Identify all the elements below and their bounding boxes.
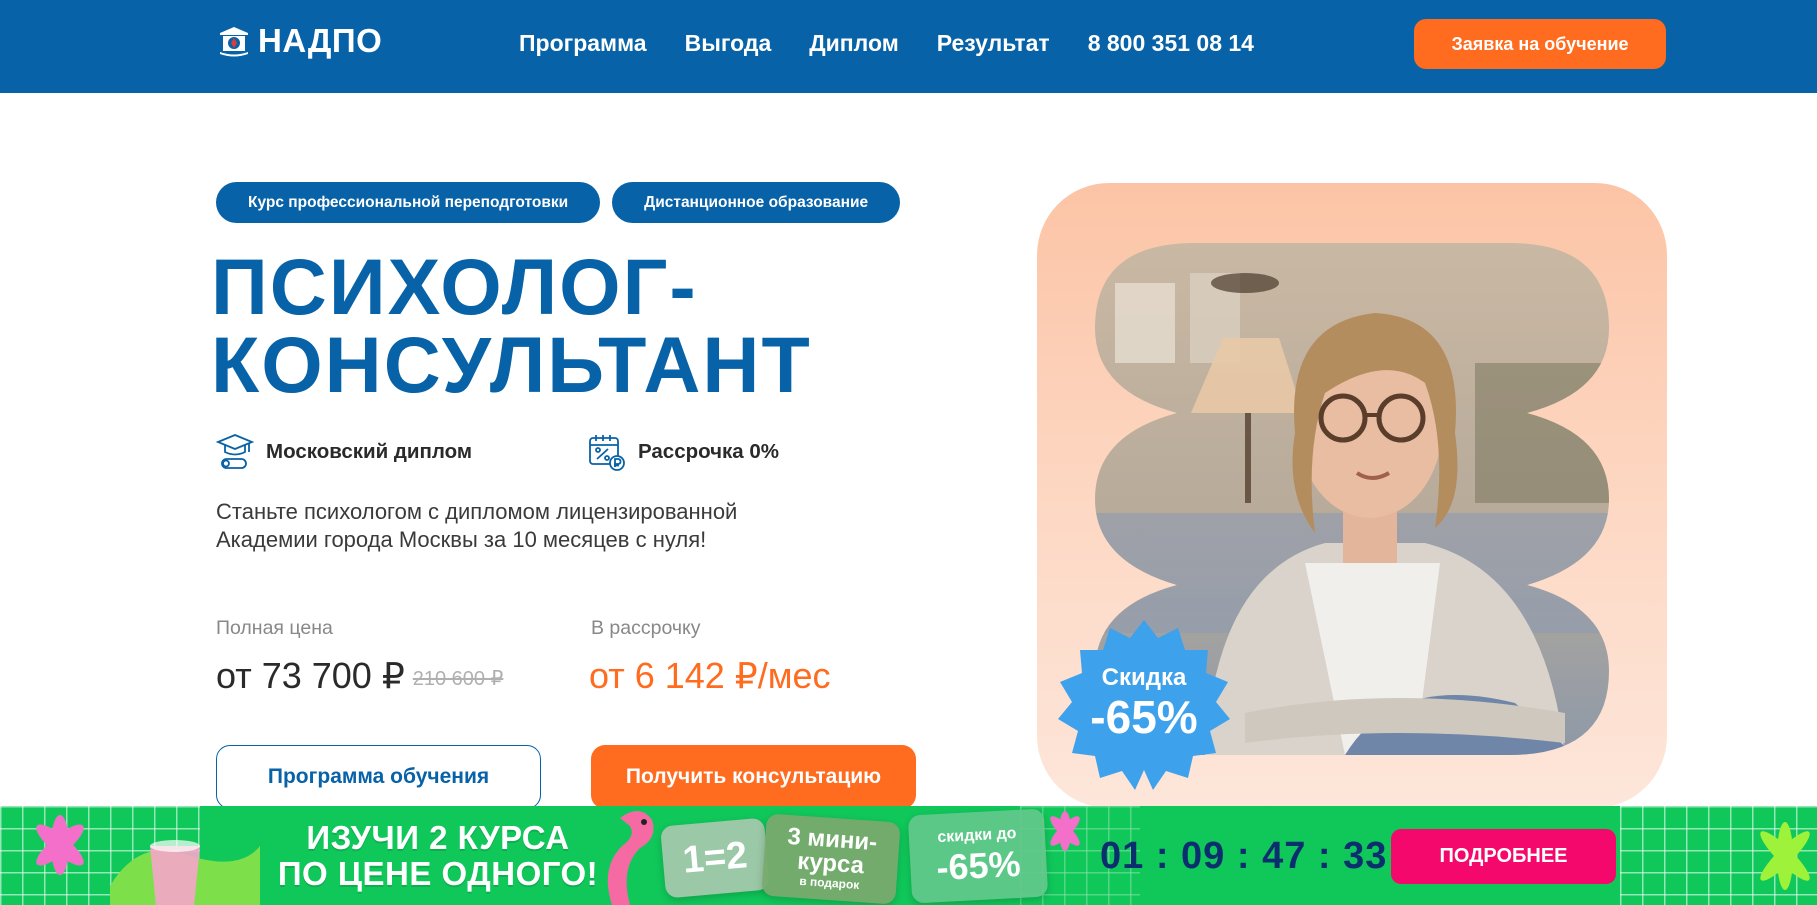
promo-tile-discount-line-2: -65% — [935, 842, 1022, 889]
full-price-label: Полная цена — [216, 617, 333, 639]
small-starfish-decoration-icon — [1050, 811, 1080, 851]
feature-list: Московский диплом Рассрочка 0% — [216, 432, 856, 474]
page-title: ПСИХОЛОГ- КОНСУЛЬТАНТ — [211, 242, 812, 409]
promo-details-button[interactable]: ПОДРОБНЕЕ — [1391, 829, 1616, 884]
promo-headline: ИЗУЧИ 2 КУРСА ПО ЦЕНЕ ОДНОГО! — [268, 820, 608, 892]
nav-item-benefit[interactable]: Выгода — [685, 30, 772, 57]
countdown-timer: 01 : 09 : 47 : 33 — [1100, 835, 1388, 877]
full-price: от 73 700 ₽ 210 600 ₽ — [216, 655, 503, 697]
main-nav: Программа Выгода Диплом Результат 8 800 … — [519, 30, 1254, 57]
slime-cup-decoration-icon — [110, 840, 260, 905]
apply-button[interactable]: Заявка на обучение — [1414, 19, 1666, 69]
full-price-value: от 73 700 ₽ — [216, 655, 405, 696]
promo-headline-line-2: ПО ЦЕНЕ ОДНОГО! — [277, 855, 599, 892]
graduation-cap-diploma-icon — [216, 434, 254, 469]
logo-text: НАДПО — [258, 22, 383, 59]
old-price: 210 600 ₽ — [412, 667, 504, 690]
promo-tile-mini-line-3: в подарок — [798, 873, 860, 893]
course-tags: Курс профессиональной переподготовки Дис… — [216, 182, 901, 223]
tag-retraining: Курс профессиональной переподготовки — [216, 182, 601, 223]
program-button[interactable]: Программа обучения — [216, 745, 541, 809]
title-line-2: КОНСУЛЬТАНТ — [211, 320, 812, 409]
academy-emblem-icon — [220, 27, 248, 57]
tag-distance: Дистанционное образование — [612, 182, 901, 223]
calendar-percent-ruble-icon — [589, 435, 625, 471]
badge-label: Скидка — [1101, 664, 1187, 691]
promo-tile-one-equals-two-text: 1=2 — [681, 833, 749, 882]
discount-badge-text: Скидка -65% — [1058, 664, 1230, 742]
lead-text: Станьте психологом с дипломом лицензиров… — [216, 499, 738, 552]
installment-label: В рассрочку — [591, 617, 701, 639]
title-line-1: ПСИХОЛОГ- — [211, 242, 698, 331]
nav-item-diploma[interactable]: Диплом — [809, 30, 898, 57]
nav-item-program[interactable]: Программа — [519, 30, 647, 57]
logo[interactable]: НАДПО — [216, 22, 382, 60]
nav-item-result[interactable]: Результат — [937, 30, 1050, 57]
promo-tile-discount: скидки до -65% — [907, 808, 1049, 904]
green-star-decoration-icon — [1760, 822, 1810, 890]
promo-tile-mini-courses: 3 мини- курса в подарок — [761, 813, 901, 905]
promo-tile-one-equals-two: 1=2 — [660, 817, 770, 899]
installment-price: от 6 142 ₽/мес — [589, 655, 831, 696]
consultation-button[interactable]: Получить консультацию — [591, 745, 916, 809]
feature-installment: Рассрочка 0% — [588, 432, 779, 472]
promo-headline-line-1: ИЗУЧИ 2 КУРСА — [306, 819, 570, 856]
nav-item-phone[interactable]: 8 800 351 08 14 — [1088, 30, 1254, 57]
feature-diploma: Московский диплом — [216, 432, 472, 472]
feature-installment-label: Рассрочка 0% — [638, 440, 780, 463]
feature-diploma-label: Московский диплом — [266, 440, 473, 463]
badge-value: -65% — [1090, 691, 1198, 743]
starfish-decoration-icon — [36, 815, 84, 875]
site-header: НАДПО Программа Выгода Диплом Результат … — [0, 0, 1817, 93]
